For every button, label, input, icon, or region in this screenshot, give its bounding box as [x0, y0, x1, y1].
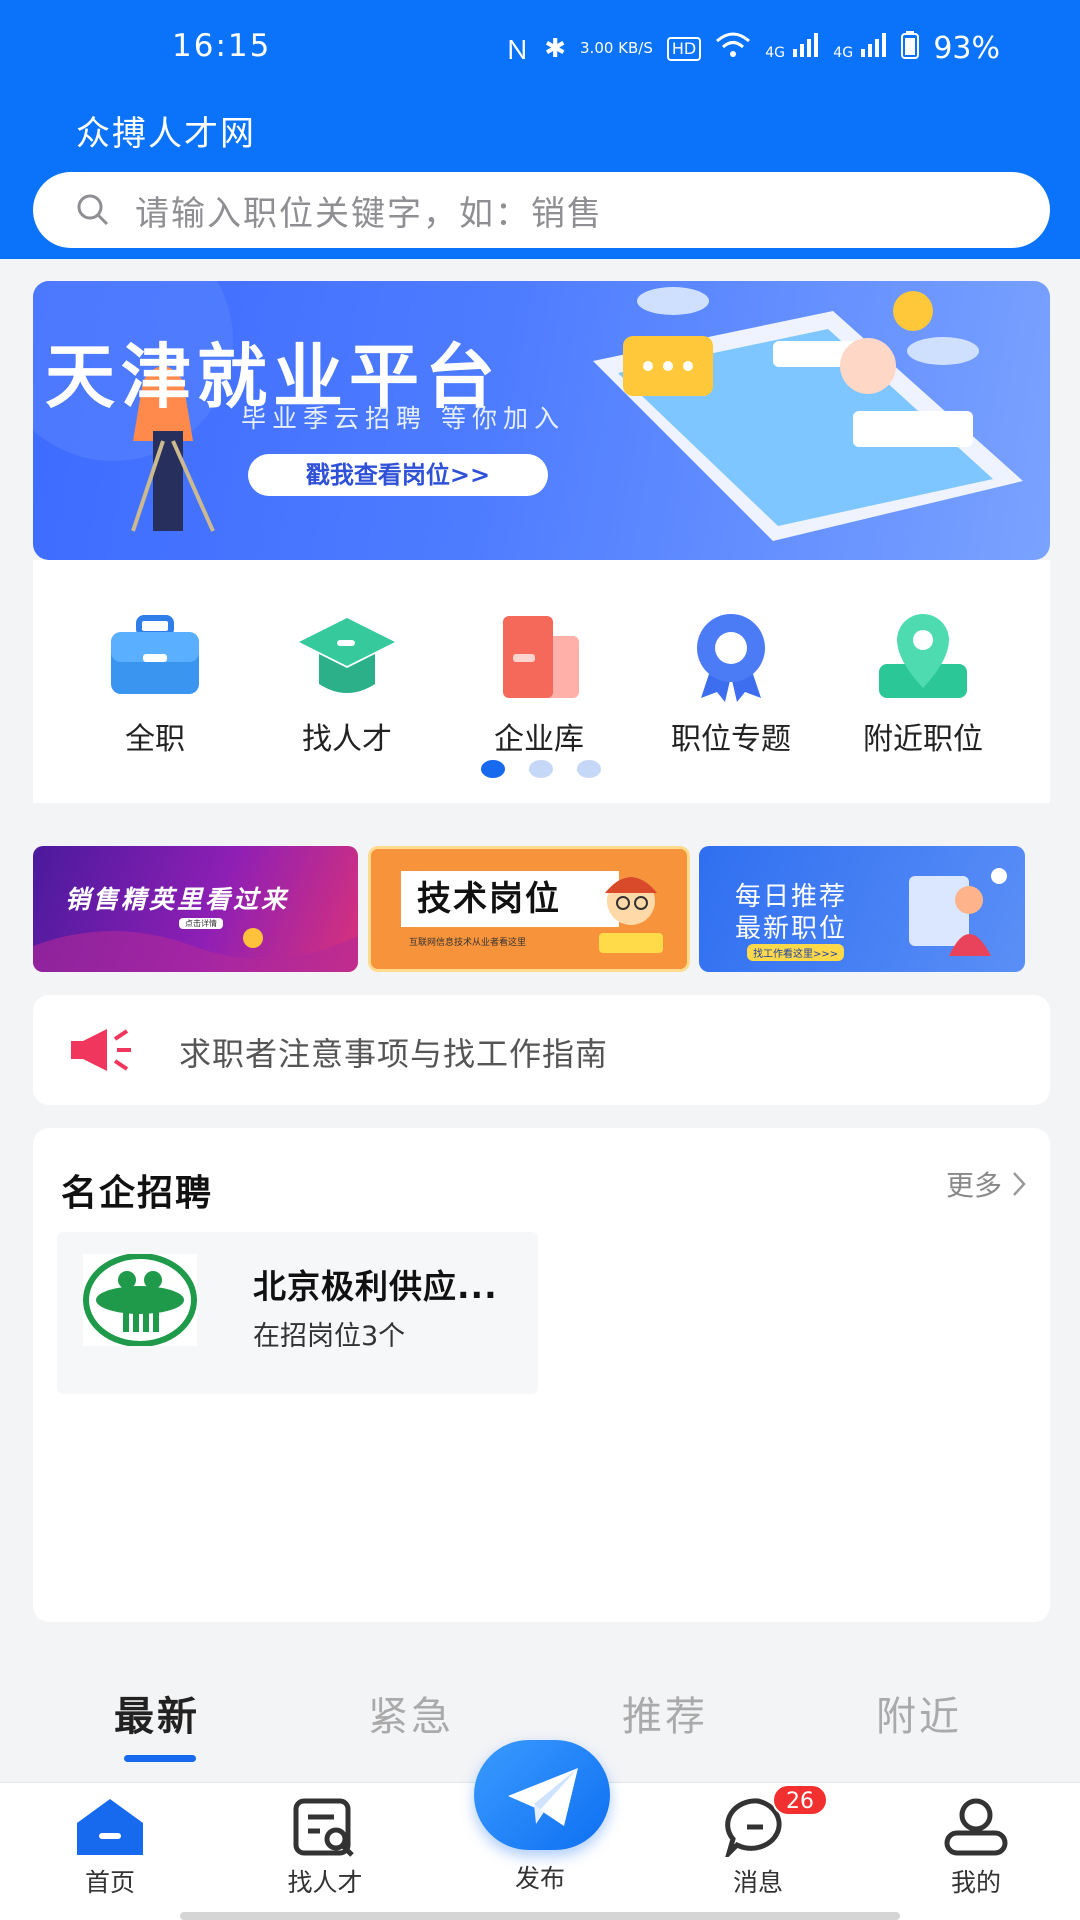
tab-urgent[interactable]: 紧急: [368, 1684, 454, 1742]
company-icon: [503, 616, 579, 698]
category-company-library[interactable]: 企业库: [459, 612, 619, 758]
signal-icon-2: 4G: [833, 33, 887, 64]
promo-title: 技术岗位: [417, 879, 561, 919]
search-input[interactable]: 请输入职位关键字，如：销售: [135, 186, 603, 235]
category-label: 职位专题: [671, 722, 791, 757]
notice-bar[interactable]: 求职者注意事项与找工作指南: [33, 995, 1050, 1105]
promo-title: 销售精英里看过来: [65, 885, 290, 914]
category-grid: 全职 找人才 企业库 职位专题 附近职位: [33, 560, 1050, 803]
more-label: 更多: [945, 1169, 1002, 1202]
nav-profile[interactable]: 我的: [916, 1797, 1036, 1899]
messages-badge: 26: [772, 1784, 828, 1816]
signal-icon: 4G: [765, 33, 819, 64]
wifi-icon: [715, 31, 751, 66]
promo-banner[interactable]: 天津就业平台 毕业季云招聘 等你加入 戳我查看岗位>>: [33, 281, 1050, 560]
tab-nearby[interactable]: 附近: [876, 1684, 962, 1742]
office-illustration: [909, 868, 1007, 956]
badge-icon: [697, 614, 765, 702]
carousel-dot[interactable]: [529, 760, 553, 778]
nav-label: 找人才: [287, 1868, 363, 1897]
category-find-talent[interactable]: 找人才: [267, 612, 427, 758]
status-bar: 16:15 Ｎ ✱ 3.00 KB/S HD 4G 4G 93%: [0, 28, 1080, 72]
company-logo-image: [83, 1253, 197, 1347]
famous-companies-section: 名企招聘 更多 北京极利供应... 在招岗位3个: [33, 1128, 1050, 1622]
search-icon: [77, 194, 109, 226]
category-job-topics[interactable]: 职位专题: [651, 612, 811, 758]
banner-subtitle: 毕业季云招聘 等你加入: [241, 404, 565, 433]
bluetooth-icon: ✱: [544, 33, 567, 64]
notice-text: 求职者注意事项与找工作指南: [179, 1035, 609, 1073]
battery-level: 93%: [933, 31, 1000, 66]
search-bar[interactable]: 请输入职位关键字，如：销售: [33, 172, 1050, 248]
promo-subtitle: 找工作看这里>>>: [747, 944, 845, 961]
tab-recommended[interactable]: 推荐: [622, 1684, 708, 1742]
user-icon: [944, 1798, 1008, 1856]
gesture-bar[interactable]: [180, 1912, 900, 1920]
category-fulltime[interactable]: 全职: [75, 612, 235, 758]
tab-latest[interactable]: 最新: [114, 1684, 200, 1742]
hd-icon: HD: [666, 36, 702, 61]
promo-card-tech[interactable]: 技术岗位 互联网信息技术从业者看这里: [368, 846, 690, 972]
megaphone-icon: [71, 1029, 131, 1071]
promo-card-daily[interactable]: 每日推荐 最新职位 找工作看这里>>>: [699, 846, 1025, 972]
nfc-icon: Ｎ: [504, 36, 531, 66]
carousel-dot-active[interactable]: [481, 760, 505, 778]
graduation-cap-icon: [299, 618, 395, 693]
category-label: 全职: [125, 722, 185, 757]
nav-label: 消息: [732, 1868, 783, 1897]
active-tab-indicator: [124, 1755, 196, 1762]
company-job-count: 在招岗位3个: [253, 1321, 406, 1352]
more-link[interactable]: 更多: [946, 1164, 1026, 1204]
publish-button[interactable]: [474, 1740, 610, 1850]
app-title: 众搏人才网: [76, 114, 256, 154]
category-label: 找人才: [302, 722, 392, 757]
company-name: 北京极利供应...: [253, 1267, 498, 1306]
network-speed: 3.00 KB/S: [580, 39, 653, 57]
chevron-right-icon: [1013, 1172, 1026, 1196]
promo-subtitle: 点击详情: [179, 918, 223, 929]
carousel-dot[interactable]: [577, 760, 601, 778]
nav-find-talent[interactable]: 找人才: [265, 1797, 385, 1899]
nav-label: 首页: [84, 1868, 135, 1897]
paper-plane-icon: [508, 1768, 578, 1826]
nav-label: 我的: [950, 1868, 1001, 1897]
top-header: 16:15 Ｎ ✱ 3.00 KB/S HD 4G 4G 93% 众搏人才网 请…: [0, 0, 1080, 259]
banner-cta-button[interactable]: 戳我查看岗位>>: [248, 454, 548, 496]
promo-subtitle: 互联网信息技术从业者看这里: [409, 938, 527, 948]
company-card[interactable]: 北京极利供应... 在招岗位3个: [57, 1232, 538, 1394]
category-nearby-jobs[interactable]: 附近职位: [843, 612, 1003, 758]
status-icons: Ｎ ✱ 3.00 KB/S HD 4G 4G 93%: [504, 30, 1000, 67]
location-pin-icon: [879, 614, 967, 698]
home-icon: [77, 1799, 143, 1855]
category-label: 企业库: [494, 722, 584, 757]
nav-label: 发布: [514, 1864, 565, 1893]
battery-icon: [901, 31, 920, 66]
carousel-dots: [481, 760, 601, 778]
promo-card-sales[interactable]: 销售精英里看过来 点击详情: [33, 846, 358, 972]
promo-title-line2: 最新职位: [735, 914, 848, 944]
section-title: 名企招聘: [61, 1173, 214, 1214]
category-label: 附近职位: [863, 722, 983, 757]
nav-home[interactable]: 首页: [50, 1797, 170, 1899]
company-logo: [83, 1253, 197, 1347]
status-time: 16:15: [172, 28, 272, 64]
briefcase-icon: [111, 615, 199, 694]
programmer-illustration: [599, 877, 663, 953]
find-talent-icon: [293, 1798, 354, 1857]
